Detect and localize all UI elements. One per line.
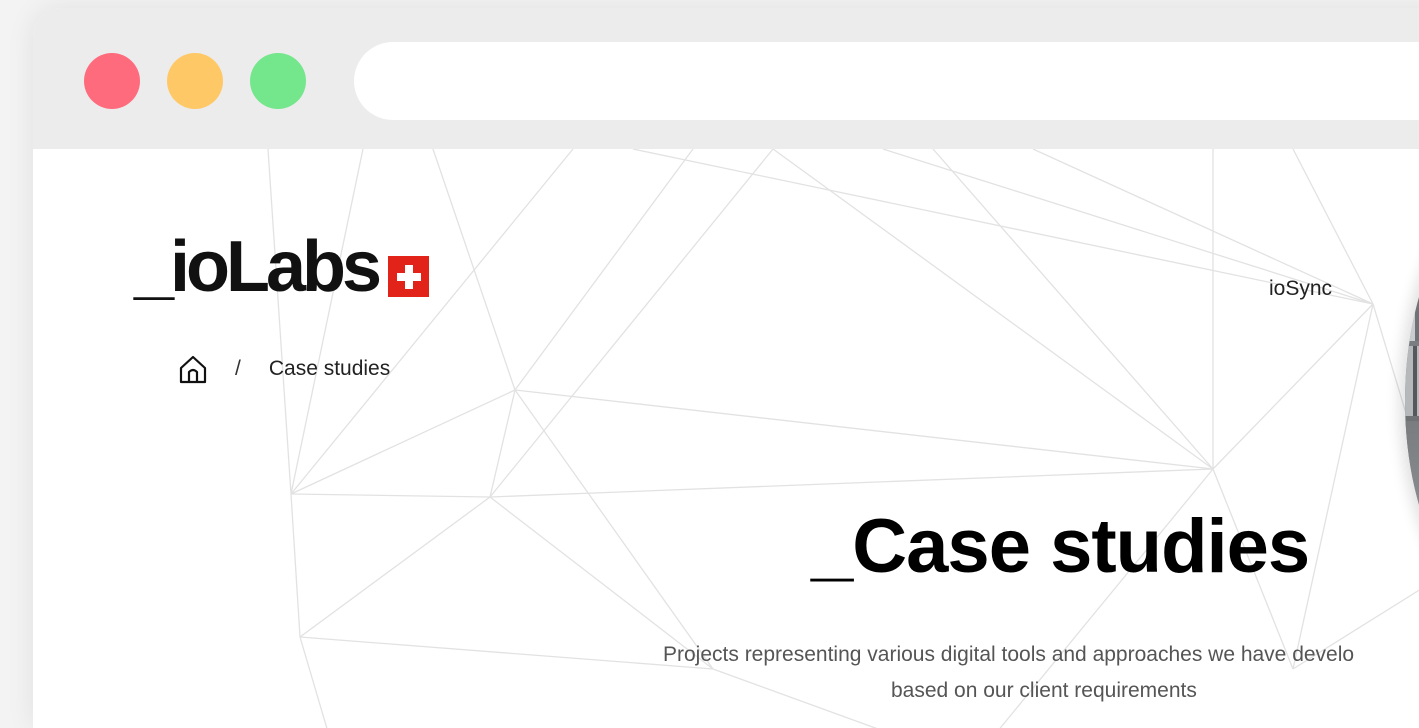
page-subtitle: Projects representing various digital to…	[663, 637, 1419, 709]
home-icon[interactable]	[177, 353, 209, 385]
breadcrumb-separator: /	[235, 357, 241, 380]
breadcrumb-current: Case studies	[268, 357, 391, 380]
page-title: _Case studies	[811, 504, 1310, 589]
subtitle-line-1: Projects representing various digital to…	[663, 643, 1355, 666]
breadcrumb: / Case studies	[177, 353, 390, 385]
logo-text: _ioLabs	[134, 227, 382, 307]
close-window-button[interactable]	[84, 53, 140, 109]
brand-logo[interactable]: _ioLabs	[134, 227, 430, 307]
swiss-flag-icon	[388, 256, 430, 297]
minimize-window-button[interactable]	[167, 53, 223, 109]
nav-link-iosync[interactable]: ioSync	[1269, 277, 1332, 301]
photo-ground	[1405, 421, 1419, 631]
photo-building-upper	[1405, 281, 1419, 341]
browser-chrome	[33, 8, 1419, 149]
maximize-window-button[interactable]	[250, 53, 306, 109]
browser-window: _ioLabs ioSync / Case studies _Case stud…	[33, 8, 1419, 728]
subtitle-line-2: based on our client requirements	[891, 679, 1197, 702]
page-content: _ioLabs ioSync / Case studies _Case stud…	[33, 149, 1419, 728]
photo-building-lower	[1405, 346, 1419, 416]
address-bar[interactable]	[354, 42, 1419, 120]
